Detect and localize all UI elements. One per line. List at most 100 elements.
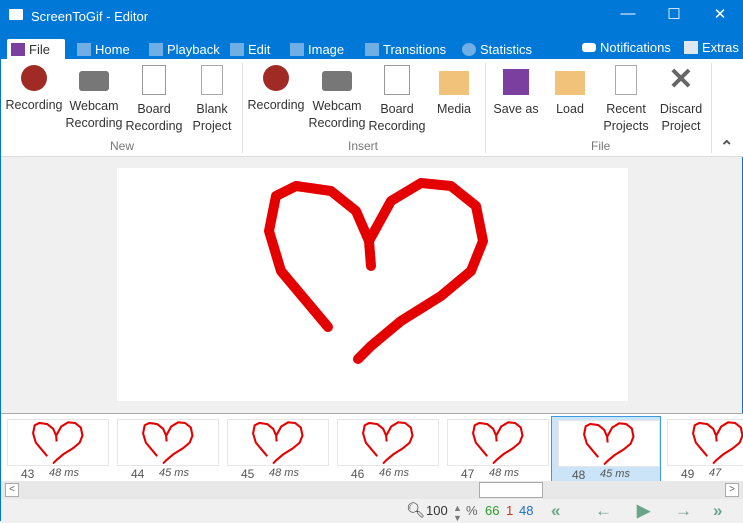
frame-delay: 48 ms: [49, 467, 79, 479]
frame-preview: [447, 419, 549, 466]
tab-home[interactable]: Home: [73, 39, 130, 61]
window-title: ScreenToGif - Editor: [31, 9, 149, 24]
close-button[interactable]: ✕: [705, 5, 735, 27]
extras-icon: [684, 41, 698, 54]
next-frame-button[interactable]: →: [675, 501, 692, 521]
frame-number: 43: [21, 467, 35, 481]
tab-file[interactable]: File: [7, 39, 65, 61]
maximize-button[interactable]: ☐: [659, 5, 689, 27]
new-recording-button[interactable]: Recording: [5, 65, 63, 114]
current-frame: 48: [519, 503, 534, 518]
image-icon: [290, 43, 304, 56]
save-as-button[interactable]: Save as: [491, 65, 541, 118]
zoom-input[interactable]: 100: [426, 503, 448, 518]
tab-edit[interactable]: Edit: [226, 39, 270, 61]
label: Webcam: [312, 99, 362, 113]
frame-number: 49: [681, 467, 695, 481]
discard-project-button[interactable]: ✕ Discard Project: [656, 65, 706, 135]
divider: [711, 63, 712, 153]
horizontal-scrollbar[interactable]: < >: [1, 481, 743, 499]
insert-board-recording-button[interactable]: Board Recording: [368, 65, 426, 135]
frame-thumbnail[interactable]: 49 47: [661, 416, 743, 482]
label: Load: [556, 102, 584, 116]
home-icon: [77, 43, 91, 56]
label: Recording: [368, 119, 426, 133]
camera-add-icon: [322, 71, 352, 91]
camera-icon: [79, 71, 109, 91]
notification-icon: [582, 43, 596, 52]
insert-media-button[interactable]: Media: [431, 65, 477, 118]
tab-image[interactable]: Image: [286, 39, 344, 61]
ribbon: Recording Webcam Recording Board Recording…: [1, 59, 743, 157]
frame-preview: [337, 419, 439, 466]
load-button[interactable]: Load: [549, 65, 591, 118]
tab-label: File: [29, 42, 50, 57]
insert-recording-button[interactable]: Recording: [247, 65, 305, 114]
label: Recording: [65, 116, 123, 130]
pencil-icon: [230, 43, 244, 56]
notifications-label: Notifications: [600, 40, 671, 55]
play-button[interactable]: ▶: [637, 501, 650, 521]
zoom-stepper[interactable]: ▲ ▼: [453, 503, 462, 523]
tab-playback[interactable]: Playback: [145, 39, 220, 61]
label: Board: [380, 102, 414, 116]
new-webcam-recording-button[interactable]: Webcam Recording: [63, 65, 125, 132]
collapse-ribbon-button[interactable]: ⌃: [720, 137, 733, 157]
play-icon: [149, 43, 163, 56]
frame-thumbnail[interactable]: 44 45 ms: [111, 416, 221, 482]
previous-frame-button[interactable]: ←: [595, 501, 612, 521]
record-icon: [21, 65, 47, 91]
scroll-thumb[interactable]: [479, 482, 543, 498]
scroll-left-button[interactable]: <: [5, 483, 19, 497]
frame-delay: 45 ms: [600, 468, 630, 480]
notifications-button[interactable]: Notifications: [578, 37, 671, 59]
heart-drawing: [264, 178, 488, 364]
tab-transitions[interactable]: Transitions: [361, 39, 446, 61]
app-icon: [9, 9, 23, 20]
blank-file-icon: [201, 65, 223, 95]
tab-label: Home: [95, 42, 130, 57]
recent-projects-icon: [615, 65, 637, 95]
frame-delay: 47: [709, 467, 722, 479]
frame-delay: 46 ms: [379, 467, 409, 479]
tab-label: Transitions: [383, 42, 447, 57]
folder-icon: [439, 71, 469, 95]
label: Project: [661, 119, 701, 133]
label: Media: [436, 102, 472, 116]
frame-thumbnail[interactable]: 45 48 ms: [221, 416, 331, 482]
insert-webcam-recording-button[interactable]: Webcam Recording: [306, 65, 368, 132]
tab-label: Edit: [248, 42, 271, 57]
recent-projects-button[interactable]: Recent Projects: [601, 65, 651, 135]
last-frame-button[interactable]: »: [713, 501, 722, 521]
frame-delay: 48 ms: [489, 467, 519, 479]
frame-preview: [667, 419, 743, 466]
scroll-right-button[interactable]: >: [725, 483, 739, 497]
first-frame-button[interactable]: «: [551, 501, 560, 521]
frame-number: 44: [131, 467, 145, 481]
group-insert: Insert: [348, 139, 379, 153]
new-board-recording-button[interactable]: Board Recording: [125, 65, 183, 135]
tab-label: Statistics: [480, 42, 533, 57]
frame-thumbnail[interactable]: 46 46 ms: [331, 416, 441, 482]
label: Recent: [606, 102, 646, 116]
discard-x-icon: ✕: [668, 63, 694, 96]
frame-thumbnail[interactable]: 43 48 ms: [1, 416, 111, 482]
tab-label: Playback: [167, 42, 220, 57]
divider: [242, 63, 243, 153]
tab-statistics[interactable]: Statistics: [458, 39, 532, 61]
tab-label: Image: [308, 42, 345, 57]
frame-thumbnail[interactable]: 48 45 ms: [551, 416, 661, 482]
frame-delay: 45 ms: [159, 467, 189, 479]
label: Project: [192, 119, 232, 133]
frame-thumbnail[interactable]: 47 48 ms: [441, 416, 551, 482]
label: Webcam: [69, 99, 119, 113]
extras-button[interactable]: Extras: [680, 37, 739, 59]
frame-number: 47: [461, 467, 475, 481]
minimize-button[interactable]: —: [613, 5, 643, 27]
label: Recording: [125, 119, 183, 133]
extras-label: Extras: [702, 40, 739, 55]
frame-number: 45: [241, 467, 255, 481]
zoom-icon: 🔍︎: [406, 502, 426, 519]
blank-project-button[interactable]: Blank Project: [189, 65, 235, 135]
board-icon: [142, 65, 166, 95]
